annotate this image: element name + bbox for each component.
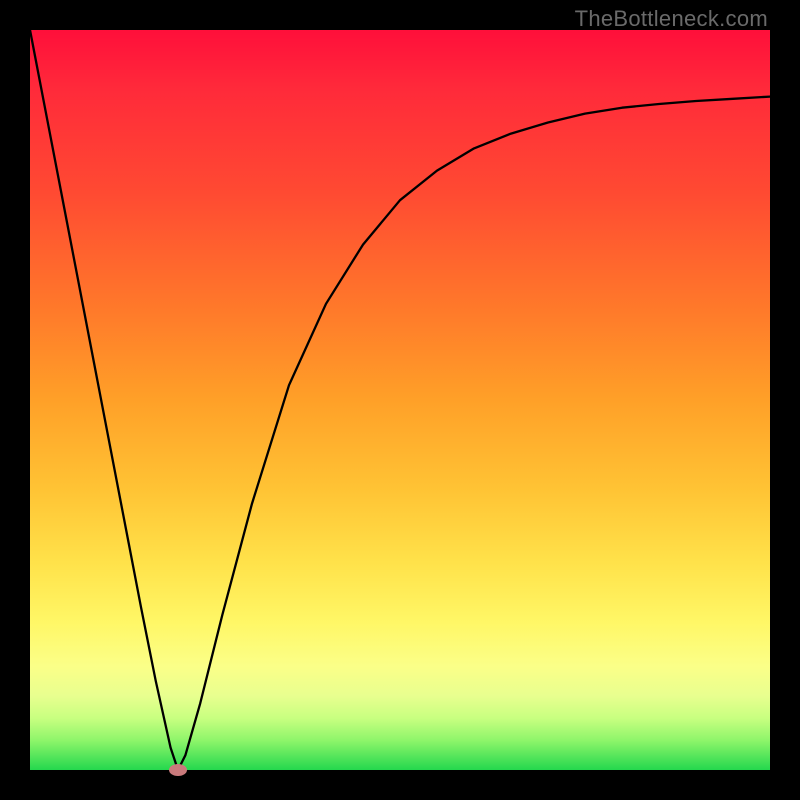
bottleneck-curve bbox=[30, 30, 770, 770]
plot-area bbox=[30, 30, 770, 770]
curve-svg bbox=[30, 30, 770, 770]
chart-frame: TheBottleneck.com bbox=[0, 0, 800, 800]
minimum-marker bbox=[169, 764, 187, 776]
watermark-text: TheBottleneck.com bbox=[575, 6, 768, 32]
